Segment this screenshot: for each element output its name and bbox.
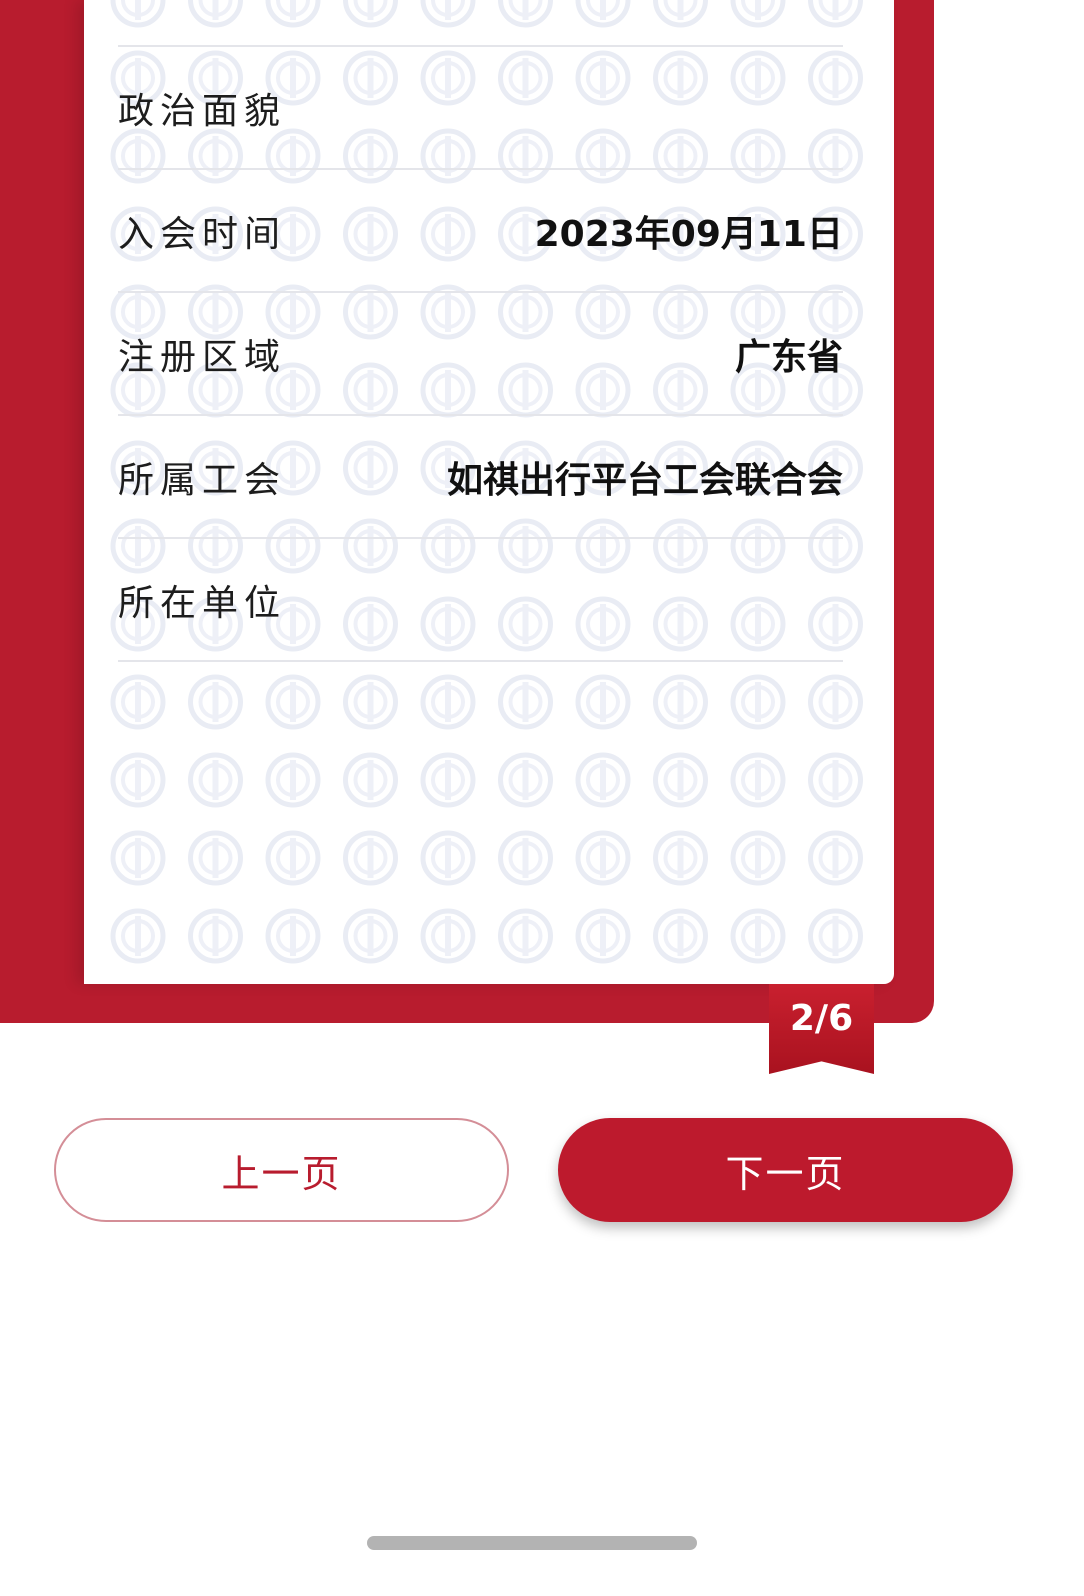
union-emblem-icon bbox=[423, 833, 473, 883]
info-list: 政治面貌 入会时间 2023年09月11日 注册区域 广东省 所属工会 如祺出行… bbox=[118, 0, 843, 662]
row-label: 政治面貌 bbox=[118, 90, 287, 132]
info-row-region: 注册区域 广东省 bbox=[118, 293, 843, 414]
previous-page-button[interactable]: 上一页 bbox=[54, 1118, 509, 1222]
union-emblem-icon bbox=[656, 911, 706, 961]
union-emblem-icon bbox=[191, 677, 241, 727]
union-emblem-icon bbox=[113, 755, 163, 805]
row-label: 注册区域 bbox=[118, 336, 287, 378]
union-emblem-icon bbox=[346, 755, 396, 805]
union-emblem-icon bbox=[113, 833, 163, 883]
info-row-union: 所属工会 如祺出行平台工会联合会 bbox=[118, 416, 843, 537]
union-emblem-icon bbox=[191, 755, 241, 805]
union-emblem-icon bbox=[346, 677, 396, 727]
union-emblem-icon bbox=[501, 833, 551, 883]
union-emblem-icon bbox=[578, 911, 628, 961]
union-emblem-icon bbox=[733, 833, 783, 883]
union-emblem-icon bbox=[578, 677, 628, 727]
union-emblem-icon bbox=[656, 755, 706, 805]
union-emblem-icon bbox=[423, 677, 473, 727]
union-emblem-icon bbox=[811, 911, 861, 961]
union-emblem-icon bbox=[811, 755, 861, 805]
union-emblem-icon bbox=[656, 677, 706, 727]
union-emblem-icon bbox=[578, 833, 628, 883]
union-emblem-icon bbox=[501, 677, 551, 727]
union-emblem-icon bbox=[501, 911, 551, 961]
home-indicator[interactable] bbox=[367, 1536, 697, 1550]
info-row-employer: 所在单位 bbox=[118, 539, 843, 660]
union-emblem-icon bbox=[733, 911, 783, 961]
union-emblem-icon bbox=[656, 833, 706, 883]
union-emblem-icon bbox=[346, 911, 396, 961]
union-emblem-icon bbox=[113, 911, 163, 961]
next-page-button[interactable]: 下一页 bbox=[558, 1118, 1013, 1222]
info-row-join-date: 入会时间 2023年09月11日 bbox=[118, 170, 843, 291]
union-emblem-icon bbox=[268, 677, 318, 727]
union-emblem-icon bbox=[423, 911, 473, 961]
row-label: 入会时间 bbox=[118, 213, 287, 255]
union-emblem-icon bbox=[268, 833, 318, 883]
row-label: 所在单位 bbox=[118, 582, 287, 624]
union-emblem-icon bbox=[811, 677, 861, 727]
union-emblem-icon bbox=[733, 755, 783, 805]
union-emblem-icon bbox=[191, 833, 241, 883]
union-emblem-icon bbox=[268, 911, 318, 961]
union-emblem-icon bbox=[733, 677, 783, 727]
union-emblem-icon bbox=[346, 833, 396, 883]
row-value: 如祺出行平台工会联合会 bbox=[446, 459, 843, 501]
union-emblem-icon bbox=[578, 755, 628, 805]
union-emblem-icon bbox=[191, 911, 241, 961]
divider bbox=[118, 660, 843, 662]
union-emblem-icon bbox=[501, 755, 551, 805]
info-row-political-status: 政治面貌 bbox=[118, 47, 843, 168]
row-label: 所属工会 bbox=[118, 459, 287, 501]
union-emblem-icon bbox=[268, 755, 318, 805]
union-emblem-icon bbox=[423, 755, 473, 805]
union-emblem-icon bbox=[811, 833, 861, 883]
membership-card: 政治面貌 入会时间 2023年09月11日 注册区域 广东省 所属工会 如祺出行… bbox=[84, 0, 894, 984]
page-indicator-badge: 2/6 bbox=[769, 984, 874, 1074]
row-value: 广东省 bbox=[734, 336, 843, 378]
row-value: 2023年09月11日 bbox=[534, 213, 843, 255]
union-emblem-icon bbox=[113, 677, 163, 727]
